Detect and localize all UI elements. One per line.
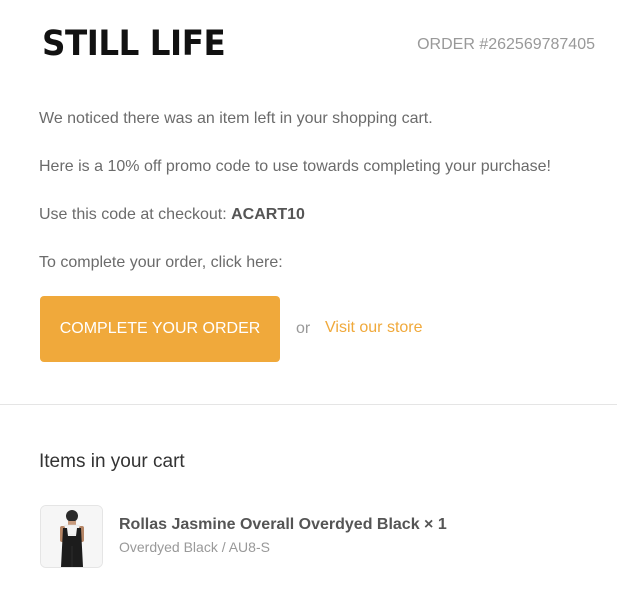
- promo-code-label: Use this code at checkout:: [39, 206, 232, 223]
- promo-code: ACART10: [231, 206, 305, 223]
- product-image[interactable]: [40, 505, 103, 568]
- product-title[interactable]: Rollas Jasmine Overall Overdyed Black × …: [119, 516, 447, 534]
- section-divider: [0, 404, 617, 405]
- promo-code-line: Use this code at checkout: ACART10: [39, 206, 305, 224]
- complete-order-button[interactable]: COMPLETE YOUR ORDER: [40, 296, 280, 362]
- order-number: ORDER #262569787405: [417, 36, 595, 53]
- message-line-4: To complete your order, click here:: [39, 254, 283, 271]
- store-logo[interactable]: STILL LIFE: [42, 24, 226, 64]
- overall-product-image: [41, 506, 102, 567]
- cart-section-title: Items in your cart: [39, 451, 185, 472]
- message-line-2: Here is a 10% off promo code to use towa…: [39, 158, 551, 175]
- product-variant: Overdyed Black / AU8-S: [119, 539, 270, 555]
- message-line-1: We noticed there was an item left in you…: [39, 110, 433, 127]
- visit-store-link[interactable]: Visit our store: [325, 319, 423, 337]
- or-separator: or: [296, 320, 311, 337]
